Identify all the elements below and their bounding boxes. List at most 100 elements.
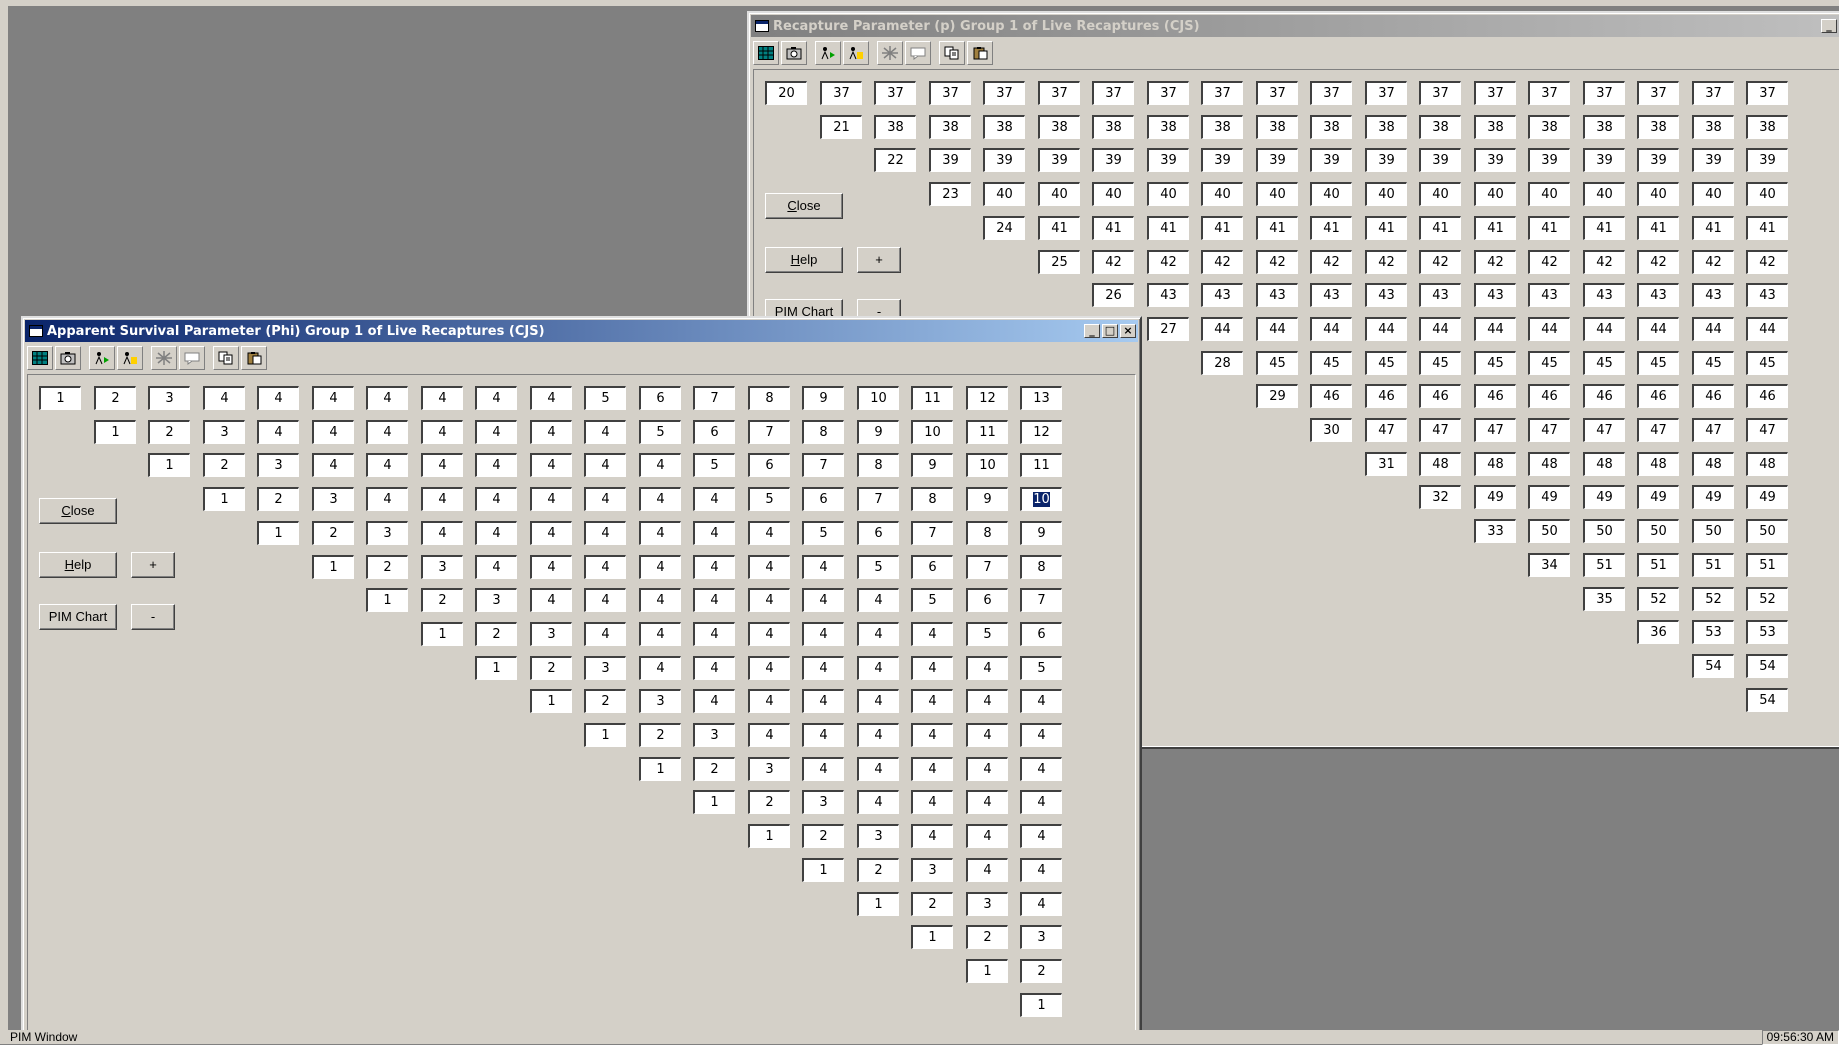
pim-cell[interactable]: 41 — [1474, 216, 1516, 240]
pim-cell[interactable]: 39 — [1256, 148, 1298, 172]
pim-cell[interactable]: 43 — [1528, 283, 1570, 307]
paste-toolbar-button[interactable] — [967, 41, 993, 65]
pim-cell[interactable]: 5 — [693, 453, 735, 477]
pim-cell[interactable]: 9 — [802, 386, 844, 410]
pim-cell[interactable]: 7 — [966, 555, 1008, 579]
pim-cell[interactable]: 4 — [1020, 858, 1062, 882]
pim-cell[interactable]: 24 — [983, 216, 1025, 240]
pim-cell[interactable]: 40 — [1583, 182, 1625, 206]
pim-cell[interactable]: 42 — [1528, 250, 1570, 274]
pim-cell[interactable]: 4 — [857, 757, 899, 781]
pim-cell[interactable]: 3 — [148, 386, 190, 410]
pim-cell[interactable]: 40 — [1419, 182, 1461, 206]
pim-cell[interactable]: 31 — [1365, 452, 1407, 476]
pim-cell[interactable]: 46 — [1474, 384, 1516, 408]
pim-cell[interactable]: 6 — [1020, 622, 1062, 646]
pim-cell[interactable]: 38 — [1310, 115, 1352, 139]
pim-cell[interactable]: 2 — [639, 723, 681, 747]
pim-cell[interactable]: 47 — [1637, 418, 1679, 442]
pim-cell[interactable]: 4 — [584, 588, 626, 612]
pim-cell[interactable]: 2 — [1020, 959, 1062, 983]
pim-cell[interactable]: 45 — [1474, 351, 1516, 375]
pim-cell[interactable]: 4 — [857, 622, 899, 646]
pim-cell[interactable]: 48 — [1474, 452, 1516, 476]
pim-cell[interactable]: 2 — [203, 453, 245, 477]
pim-cell[interactable]: 4 — [802, 656, 844, 680]
pim-cell[interactable]: 7 — [802, 453, 844, 477]
pim-cell[interactable]: 44 — [1256, 317, 1298, 341]
pim-cell[interactable]: 51 — [1746, 553, 1788, 577]
pim-cell[interactable]: 1 — [366, 588, 408, 612]
pim-cell[interactable]: 40 — [1528, 182, 1570, 206]
pim-cell[interactable]: 2 — [366, 555, 408, 579]
pim-cell[interactable]: 4 — [857, 790, 899, 814]
close-button[interactable]: Close — [765, 193, 843, 219]
pim-cell[interactable]: 4 — [857, 656, 899, 680]
pim-cell[interactable]: 43 — [1256, 283, 1298, 307]
pim-cell[interactable]: 46 — [1310, 384, 1352, 408]
pim-cell[interactable]: 39 — [1528, 148, 1570, 172]
pim-cell[interactable]: 38 — [1746, 115, 1788, 139]
pim-cell[interactable]: 39 — [1147, 148, 1189, 172]
pim-cell[interactable]: 39 — [929, 148, 971, 172]
pim-cell[interactable]: 1 — [530, 689, 572, 713]
pim-cell[interactable]: 4 — [421, 386, 463, 410]
pim-cell[interactable]: 45 — [1256, 351, 1298, 375]
pim-cell[interactable]: 40 — [1637, 182, 1679, 206]
pim-cell[interactable]: 2 — [693, 757, 735, 781]
run-highlight-toolbar-button[interactable] — [843, 41, 869, 65]
pim-cell[interactable]: 4 — [1020, 892, 1062, 916]
pim-cell[interactable]: 1 — [421, 622, 463, 646]
pim-cell[interactable]: 6 — [966, 588, 1008, 612]
pim-cell[interactable]: 8 — [911, 487, 953, 511]
pim-cell[interactable]: 1 — [1020, 993, 1062, 1017]
pim-cell[interactable]: 40 — [1038, 182, 1080, 206]
pim-cell[interactable]: 4 — [748, 622, 790, 646]
pim-cell[interactable]: 38 — [1256, 115, 1298, 139]
pim-cell[interactable]: 5 — [1020, 656, 1062, 680]
pim-cell[interactable]: 46 — [1528, 384, 1570, 408]
pim-cell[interactable]: 39 — [1201, 148, 1243, 172]
pim-cell[interactable]: 4 — [530, 386, 572, 410]
pim-cell[interactable]: 4 — [639, 656, 681, 680]
pim-cell[interactable]: 2 — [530, 656, 572, 680]
pim-cell[interactable]: 4 — [530, 487, 572, 511]
pim-cell[interactable]: 4 — [911, 790, 953, 814]
pim-cell[interactable]: 1 — [94, 420, 136, 444]
pim-cell[interactable]: 37 — [1147, 81, 1189, 105]
pim-cell[interactable]: 4 — [530, 420, 572, 444]
pim-cell[interactable]: 4 — [530, 588, 572, 612]
pim-cell[interactable]: 47 — [1474, 418, 1516, 442]
pim-cell[interactable]: 51 — [1637, 553, 1679, 577]
pim-cell[interactable]: 4 — [530, 521, 572, 545]
pim-cell[interactable]: 3 — [857, 824, 899, 848]
pim-cell[interactable]: 50 — [1583, 519, 1625, 543]
pim-cell[interactable]: 50 — [1692, 519, 1734, 543]
pim-cell[interactable]: 5 — [639, 420, 681, 444]
pim-cell[interactable]: 4 — [203, 386, 245, 410]
pim-cell[interactable]: 54 — [1746, 654, 1788, 678]
pim-cell[interactable]: 9 — [857, 420, 899, 444]
pim-cell[interactable]: 41 — [1038, 216, 1080, 240]
pim-cell[interactable]: 4 — [911, 622, 953, 646]
pim-cell[interactable]: 46 — [1637, 384, 1679, 408]
pim-cell[interactable]: 11 — [1020, 453, 1062, 477]
pim-cell[interactable]: 42 — [1310, 250, 1352, 274]
pim-cell[interactable]: 47 — [1583, 418, 1625, 442]
pim-cell[interactable]: 8 — [857, 453, 899, 477]
pim-cell[interactable]: 4 — [911, 757, 953, 781]
pim-cell[interactable]: 46 — [1583, 384, 1625, 408]
pim-cell[interactable]: 12 — [966, 386, 1008, 410]
pim-cell[interactable]: 44 — [1365, 317, 1407, 341]
pim-cell[interactable]: 4 — [966, 824, 1008, 848]
pim-cell[interactable]: 44 — [1692, 317, 1734, 341]
pim-cell[interactable]: 40 — [983, 182, 1025, 206]
pim-cell[interactable]: 41 — [1528, 216, 1570, 240]
pim-cell[interactable]: 44 — [1528, 317, 1570, 341]
pim-cell[interactable]: 3 — [366, 521, 408, 545]
pim-cell[interactable]: 44 — [1474, 317, 1516, 341]
pim-cell[interactable]: 1 — [475, 656, 517, 680]
pim-cell[interactable]: 4 — [802, 757, 844, 781]
pim-cell[interactable]: 9 — [911, 453, 953, 477]
pim-cell[interactable]: 22 — [874, 148, 916, 172]
